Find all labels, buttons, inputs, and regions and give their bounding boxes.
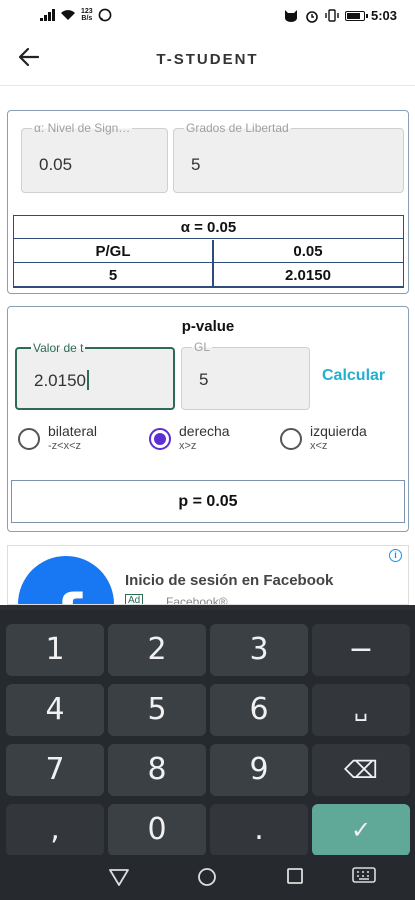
network-speed: 123 B/s bbox=[81, 8, 93, 22]
clock: 5:03 bbox=[370, 8, 397, 23]
ad-advertiser: Facebook® bbox=[166, 595, 228, 605]
table-divider bbox=[212, 240, 214, 288]
radio-circle-selected bbox=[149, 428, 171, 450]
key-9[interactable]: 9 bbox=[210, 744, 308, 796]
key-0[interactable]: 0 bbox=[108, 804, 206, 856]
ad-title: Inicio de sesión en Facebook bbox=[125, 572, 334, 589]
key-4[interactable]: 4 bbox=[6, 684, 104, 736]
battery-icon bbox=[344, 10, 368, 21]
vibrate-icon bbox=[325, 9, 339, 22]
radio-sublabel: -z<x<z bbox=[48, 440, 82, 452]
table-column-row: P/GL 0.05 bbox=[14, 240, 403, 263]
gl-label: GL bbox=[192, 340, 213, 354]
nav-back-icon[interactable] bbox=[108, 867, 130, 887]
key-8[interactable]: 8 bbox=[108, 744, 206, 796]
table-row: 5 2.0150 bbox=[14, 264, 403, 287]
text-cursor bbox=[87, 370, 89, 390]
table-column-header: 0.05 bbox=[293, 243, 323, 260]
radio-circle bbox=[280, 428, 302, 450]
radio-circle bbox=[18, 428, 40, 450]
key-6[interactable]: 6 bbox=[210, 684, 308, 736]
key-5[interactable]: 5 bbox=[108, 684, 206, 736]
signal-icon bbox=[40, 9, 55, 21]
t-value-input[interactable]: Valor de t 2.0150 bbox=[15, 341, 175, 410]
backspace-key[interactable]: ⌫ bbox=[312, 744, 410, 796]
cat-icon bbox=[284, 10, 297, 22]
t-value-label: Valor de t bbox=[31, 341, 86, 355]
table-cell: 2.0150 bbox=[285, 267, 331, 284]
key-3[interactable]: 3 bbox=[210, 624, 308, 676]
radio-bilateral[interactable]: bilateral -z<x<z bbox=[18, 424, 97, 454]
radio-label: derecha bbox=[179, 423, 230, 439]
p-value-card: p-value Valor de t 2.0150 GL 5 Calcular … bbox=[7, 306, 409, 532]
radio-sublabel: x<z bbox=[310, 440, 328, 452]
navigation-bar bbox=[0, 855, 415, 900]
keyboard-switch-icon[interactable] bbox=[352, 867, 376, 885]
wifi-icon bbox=[61, 10, 75, 20]
df-field-value: 5 bbox=[191, 155, 201, 174]
key-period[interactable]: . bbox=[210, 804, 308, 856]
gl-value: 5 bbox=[199, 370, 209, 389]
alpha-field-value: 0.05 bbox=[39, 155, 73, 174]
alpha-field[interactable]: α: Nivel de Sign… 0.05 bbox=[21, 121, 168, 193]
p-value-result: p = 0.05 bbox=[11, 480, 405, 523]
nav-recents-icon[interactable] bbox=[286, 867, 304, 885]
key-comma[interactable]: , bbox=[6, 804, 104, 856]
radio-derecha[interactable]: derecha x>z bbox=[149, 424, 230, 454]
facebook-logo-icon: f bbox=[18, 556, 114, 604]
radio-sublabel: x>z bbox=[179, 440, 197, 452]
df-field-label: Grados de Libertad bbox=[184, 121, 291, 135]
alpha-field-label: α: Nivel de Sign… bbox=[32, 121, 133, 135]
enter-key[interactable]: ✓ bbox=[312, 804, 410, 856]
key-2[interactable]: 2 bbox=[108, 624, 206, 676]
table-header-row: α = 0.05 bbox=[14, 216, 403, 239]
alarm-icon bbox=[306, 10, 318, 23]
table-column-header: P/GL bbox=[95, 243, 131, 260]
radio-label: izquierda bbox=[310, 423, 367, 439]
table-cell: 5 bbox=[108, 267, 118, 284]
nav-home-icon[interactable] bbox=[197, 867, 217, 887]
critical-value-table: α = 0.05 P/GL 0.05 5 2.0150 bbox=[13, 215, 404, 288]
critical-value-card: α: Nivel de Sign… 0.05 Grados de Liberta… bbox=[7, 110, 409, 294]
app-bar: T-STUDENT bbox=[0, 34, 415, 86]
table-header: α = 0.05 bbox=[180, 219, 237, 236]
t-value-text: 2.0150 bbox=[34, 370, 89, 391]
ad-info-icon[interactable]: i bbox=[389, 549, 402, 562]
key-1[interactable]: 1 bbox=[6, 624, 104, 676]
degrees-of-freedom-field[interactable]: Grados de Libertad 5 bbox=[173, 121, 404, 193]
key-minus[interactable]: − bbox=[312, 624, 410, 676]
whatsapp-icon bbox=[98, 8, 112, 22]
radio-label: bilateral bbox=[48, 423, 98, 439]
page-title: T-STUDENT bbox=[156, 51, 259, 68]
numeric-keyboard: 1 2 3 − 4 5 6 ␣ 7 8 9 ⌫ , 0 . ✓ bbox=[0, 605, 415, 856]
key-space[interactable]: ␣ bbox=[312, 684, 410, 736]
key-7[interactable]: 7 bbox=[6, 744, 104, 796]
radio-izquierda[interactable]: izquierda x<z bbox=[280, 424, 367, 454]
gl-input[interactable]: GL 5 bbox=[181, 340, 310, 410]
calculate-button[interactable]: Calcular bbox=[322, 367, 385, 385]
status-bar: 123 B/s 5:03 bbox=[0, 0, 415, 34]
p-value-title: p-value bbox=[181, 318, 235, 335]
ad-badge: Ad bbox=[125, 594, 144, 604]
ad-banner[interactable]: f Inicio de sesión en Facebook Ad Facebo… bbox=[7, 545, 409, 605]
